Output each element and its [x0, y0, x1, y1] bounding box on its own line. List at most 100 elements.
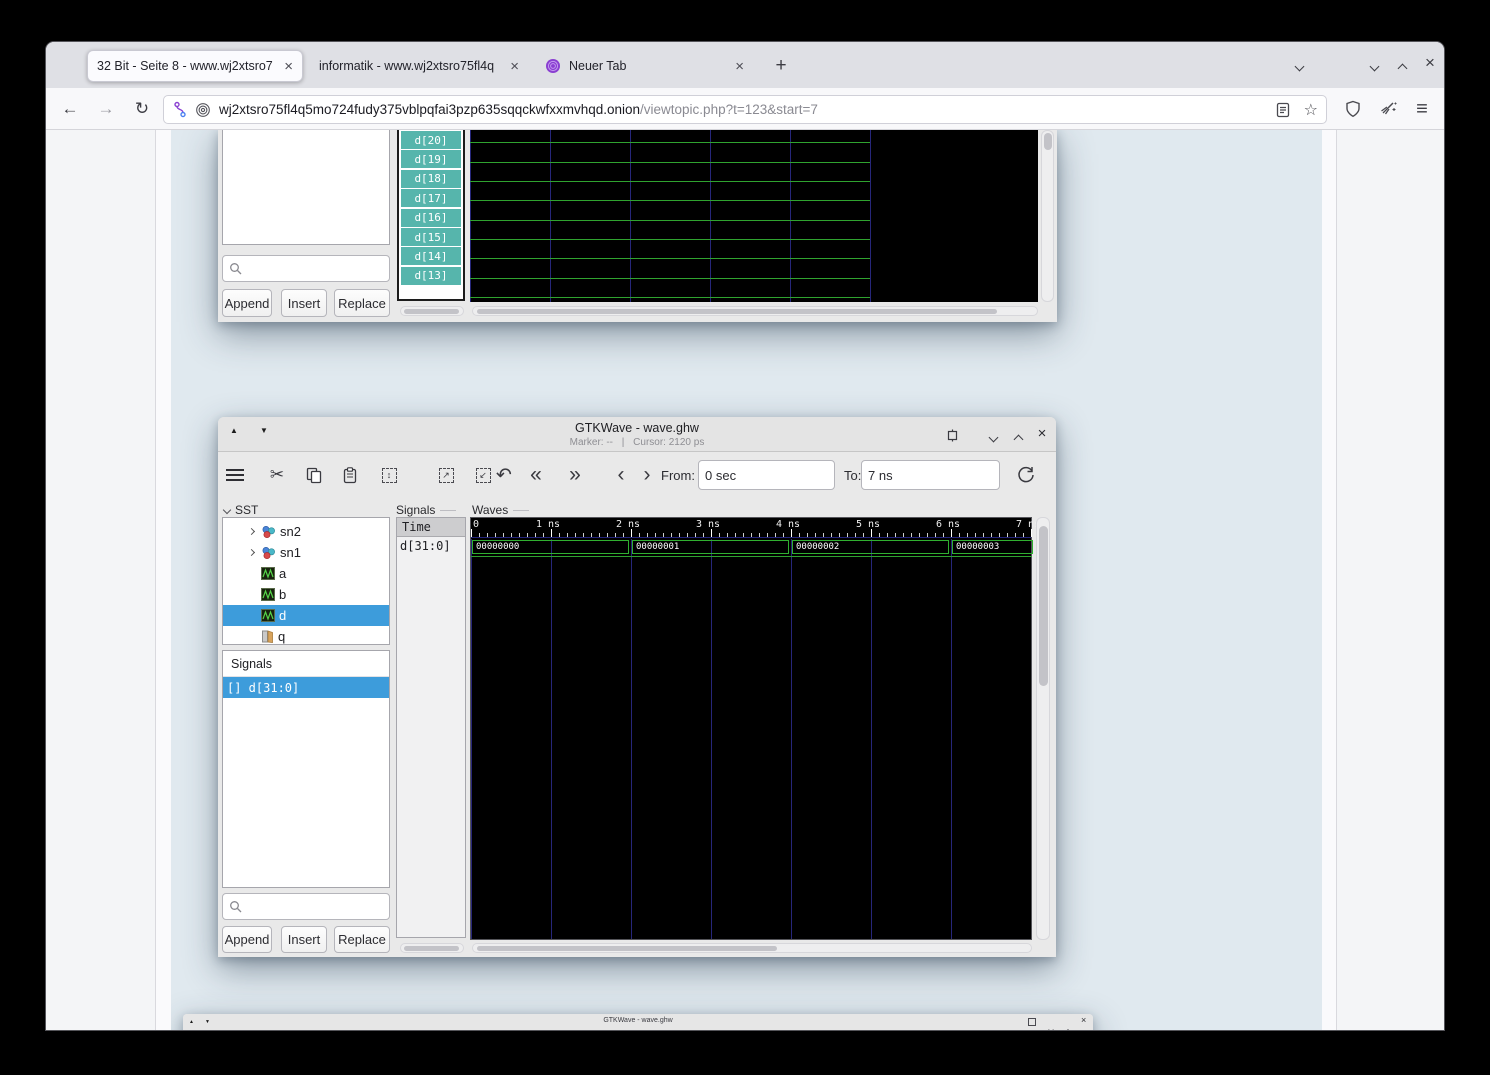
signal-cell[interactable]: d[18] — [401, 170, 461, 188]
sst-tree[interactable]: sn2sn1abdq — [222, 517, 390, 645]
close-window-icon[interactable]: × — [1081, 1015, 1086, 1025]
zoom-fit-icon[interactable]: ↕ — [376, 462, 402, 488]
bus-value-segment[interactable]: 00000000 — [472, 540, 629, 554]
signal-cell[interactable]: d[17] — [401, 189, 461, 207]
close-window-icon[interactable]: × — [1033, 425, 1051, 441]
onion-security-icon[interactable] — [195, 102, 211, 118]
waves-area[interactable]: 01 ns2 ns3 ns4 ns5 ns6 ns7 ns 0000000000… — [470, 517, 1032, 940]
wave-body[interactable] — [471, 557, 1031, 939]
top-names-h-scrollbar[interactable] — [400, 306, 464, 316]
list-all-tabs-chevron-icon[interactable] — [1290, 58, 1308, 74]
bus-value-segment[interactable]: 00000003 — [952, 540, 1033, 554]
minimize-chevron-icon[interactable] — [984, 429, 1002, 445]
signal-row-d[interactable]: d[31:0] — [397, 537, 465, 555]
url-domain: wj2xtsro75fl4q5mo724fudy375vblpqfai3pzp6… — [219, 102, 640, 117]
signal-list-header: Signals — [396, 503, 456, 517]
fit-window-icon[interactable] — [943, 427, 961, 443]
tor-circuit-icon[interactable] — [172, 101, 188, 119]
window-close-icon[interactable]: × — [1421, 53, 1439, 73]
window-title: GTKWave - wave.ghw — [183, 1017, 1093, 1024]
title-bar[interactable]: ▲ ▼ GTKWave - wave.ghw Marker: -- | Curs… — [218, 417, 1056, 452]
top-tree-panel[interactable] — [222, 130, 390, 245]
copy-icon[interactable] — [301, 462, 327, 488]
wave-icon — [261, 567, 275, 580]
prev-edge-icon[interactable]: ‹ — [608, 462, 634, 488]
replace-button[interactable]: Replace — [334, 926, 390, 953]
shield-icon[interactable] — [1339, 95, 1367, 123]
maximize-chevron-icon[interactable] — [1066, 1021, 1070, 1030]
bookmark-star-icon[interactable]: ☆ — [1304, 100, 1318, 120]
top-search-input[interactable] — [222, 255, 390, 282]
sst-tree-item-sn1[interactable]: sn1 — [223, 542, 389, 563]
signal-cell[interactable]: d[19] — [401, 150, 461, 168]
close-icon[interactable]: × — [735, 59, 744, 74]
tab-forum-page[interactable]: 32 Bit - Seite 8 - www.wj2xtsro7 × — [87, 50, 303, 82]
timeline-tick-label: 4 ns — [776, 519, 800, 530]
close-icon[interactable]: × — [284, 59, 293, 74]
timeline-tick-label: 0 — [473, 519, 479, 530]
append-button[interactable]: Append — [222, 926, 272, 953]
sst-tree-item-q[interactable]: q — [223, 626, 389, 645]
cut-icon[interactable]: ✂ — [264, 462, 290, 488]
reload-icon[interactable]: ↻ — [128, 95, 156, 123]
reader-view-icon[interactable] — [1276, 102, 1290, 118]
maximize-chevron-icon[interactable] — [1009, 431, 1027, 447]
bus-value-segment[interactable]: 00000001 — [632, 540, 789, 554]
tab-title: 32 Bit - Seite 8 - www.wj2xtsro7 — [97, 59, 276, 73]
minimize-chevron-icon[interactable] — [1049, 1019, 1053, 1030]
insert-button[interactable]: Insert — [281, 926, 327, 953]
sst-tree-item-d[interactable]: d — [223, 605, 389, 626]
sst-tree-item-a[interactable]: a — [223, 563, 389, 584]
tab-new-tab[interactable]: Neuer Tab × — [536, 50, 753, 82]
signals-panel[interactable]: Signals [] d[31:0] — [222, 650, 390, 888]
signal-cell[interactable]: d[13] — [401, 267, 461, 285]
signal-cell[interactable]: d[20] — [401, 131, 461, 149]
sst-header[interactable]: SST — [224, 503, 258, 517]
from-input[interactable] — [698, 460, 835, 490]
top-waves-area[interactable] — [470, 130, 1038, 302]
to-input[interactable] — [861, 460, 1000, 490]
selected-signal-row[interactable]: [] d[31:0] — [223, 677, 389, 698]
insert-button[interactable]: Insert — [281, 289, 327, 317]
top-signal-name-column[interactable]: d[20]d[19] d[18]d[17] d[16]d[15]d[14] d[13] — [397, 130, 465, 301]
main-search-input[interactable] — [222, 893, 390, 920]
signal-name-column[interactable]: Time d[31:0] — [396, 517, 466, 938]
signal-cell[interactable]: d[14] — [401, 247, 461, 265]
zoom-in-icon[interactable]: ↗ — [433, 462, 459, 488]
new-tab-button[interactable]: + — [768, 54, 794, 78]
signal-cell[interactable]: d[15] — [401, 228, 461, 246]
waves-h-scrollbar[interactable] — [472, 943, 1032, 953]
sst-tree-item-b[interactable]: b — [223, 584, 389, 605]
back-icon[interactable]: ← — [56, 95, 84, 123]
bus-value-segment[interactable]: 00000002 — [792, 540, 949, 554]
sst-tree-item-sn2[interactable]: sn2 — [223, 521, 389, 542]
names-h-scrollbar[interactable] — [400, 943, 464, 953]
window-maximize-icon[interactable] — [1393, 60, 1411, 76]
url-bar[interactable]: wj2xtsro75fl4q5mo724fudy375vblpqfai3pzp6… — [163, 95, 1327, 124]
menu-hamburger-icon[interactable]: ≡ — [1408, 95, 1436, 123]
fit-window-icon[interactable] — [1028, 1018, 1036, 1026]
next-edge-icon[interactable]: › — [634, 462, 660, 488]
top-vertical-scrollbar[interactable] — [1041, 130, 1054, 302]
append-button[interactable]: Append — [222, 289, 272, 317]
waves-vertical-scrollbar[interactable] — [1036, 517, 1050, 940]
menu-hamburger-icon[interactable] — [222, 462, 248, 488]
forward-icon[interactable]: → — [92, 95, 120, 123]
title-bar[interactable]: ▲ ▼ GTKWave - wave.ghw × — [183, 1014, 1093, 1030]
skip-to-start-icon[interactable]: « — [523, 462, 549, 488]
undo-icon[interactable]: ↶ — [491, 462, 517, 488]
tab-informatik[interactable]: informatik - www.wj2xtsro75fl4q × — [310, 50, 528, 82]
replace-button[interactable]: Replace — [334, 289, 390, 317]
page-content: Append Insert Replace d[20]d[19]d[18]d[1… — [46, 130, 1444, 1030]
expander-chevron-icon[interactable] — [248, 549, 255, 556]
signal-cell[interactable]: d[16] — [401, 209, 461, 227]
reload-icon[interactable] — [1013, 462, 1039, 488]
window-minimize-icon[interactable] — [1365, 58, 1383, 74]
top-waves-h-scrollbar[interactable] — [472, 306, 1038, 316]
expander-chevron-icon[interactable] — [248, 528, 255, 535]
new-identity-broom-icon[interactable] — [1374, 95, 1402, 123]
time-header[interactable]: Time — [397, 518, 465, 537]
close-icon[interactable]: × — [510, 59, 519, 74]
skip-to-end-icon[interactable]: » — [562, 462, 588, 488]
paste-icon[interactable] — [337, 462, 363, 488]
